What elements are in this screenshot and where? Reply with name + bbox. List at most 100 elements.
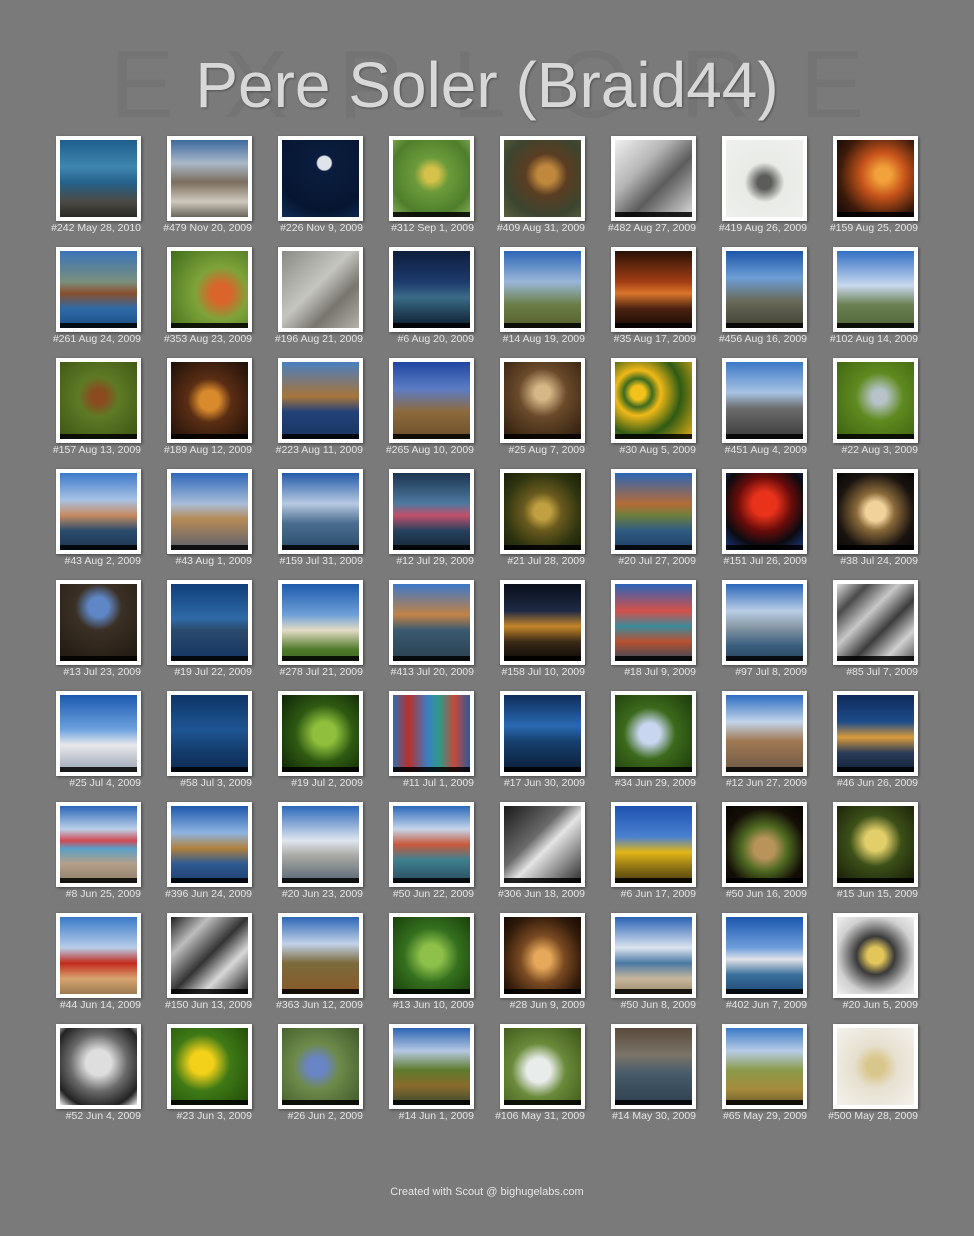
photo-thumbnail-link[interactable]	[278, 136, 363, 221]
photo-thumbnail-link[interactable]	[611, 691, 696, 776]
photo-watermark-strip	[504, 323, 581, 328]
photo-thumbnail-link[interactable]	[278, 913, 363, 998]
photo-thumbnail-link[interactable]	[722, 469, 807, 554]
photo-thumbnail-link[interactable]	[167, 247, 252, 332]
photo-watermark-strip	[615, 1100, 692, 1105]
photo-thumbnail-link[interactable]	[722, 802, 807, 887]
photo-thumbnail-link[interactable]	[500, 802, 585, 887]
photo-thumbnail-link[interactable]	[389, 802, 474, 887]
photo-thumbnail-link[interactable]	[722, 247, 807, 332]
photo-thumbnail-link[interactable]	[833, 1024, 918, 1109]
photo-thumbnail-link[interactable]	[389, 691, 474, 776]
photo-thumbnail-link[interactable]	[167, 691, 252, 776]
photo-caption: #106 May 31, 2009	[495, 1110, 585, 1122]
photo-thumbnail-link[interactable]	[722, 913, 807, 998]
photo-thumbnail-link[interactable]	[722, 136, 807, 221]
photo-thumbnail-link[interactable]	[389, 469, 474, 554]
photo-thumbnail-link[interactable]	[611, 802, 696, 887]
photo-thumbnail-link[interactable]	[611, 580, 696, 665]
photo-thumbnail-link[interactable]	[500, 913, 585, 998]
photo-thumbnail-image	[171, 473, 248, 550]
photo-caption: #6 Jun 17, 2009	[620, 888, 696, 900]
photo-thumbnail-link[interactable]	[56, 358, 141, 443]
photo-thumbnail-link[interactable]	[278, 1024, 363, 1109]
photo-thumbnail-link[interactable]	[500, 580, 585, 665]
photo-thumbnail-link[interactable]	[389, 136, 474, 221]
photo-thumbnail-link[interactable]	[500, 691, 585, 776]
photo-watermark-strip	[282, 767, 359, 772]
photo-thumbnail-link[interactable]	[389, 1024, 474, 1109]
photo-thumbnail-link[interactable]	[167, 1024, 252, 1109]
photo-tile: #44 Jun 14, 2009	[44, 913, 155, 1024]
photo-thumbnail-link[interactable]	[278, 802, 363, 887]
photo-thumbnail-link[interactable]	[833, 136, 918, 221]
photo-thumbnail-link[interactable]	[500, 1024, 585, 1109]
photo-caption: #196 Aug 21, 2009	[274, 333, 363, 345]
photo-thumbnail-link[interactable]	[611, 469, 696, 554]
photo-thumbnail-link[interactable]	[833, 247, 918, 332]
photo-thumbnail-link[interactable]	[167, 136, 252, 221]
photo-thumbnail-link[interactable]	[722, 580, 807, 665]
photo-caption: #451 Aug 4, 2009	[724, 444, 807, 456]
photo-thumbnail-link[interactable]	[833, 913, 918, 998]
photo-thumbnail-link[interactable]	[833, 580, 918, 665]
photo-caption: #13 Jun 10, 2009	[392, 999, 474, 1011]
photo-thumbnail-image	[837, 1028, 914, 1105]
photo-thumbnail-link[interactable]	[611, 358, 696, 443]
photo-thumbnail-link[interactable]	[389, 247, 474, 332]
photo-thumbnail-link[interactable]	[611, 1024, 696, 1109]
photo-thumbnail-link[interactable]	[56, 247, 141, 332]
photo-thumbnail-link[interactable]	[611, 247, 696, 332]
photo-thumbnail-link[interactable]	[56, 136, 141, 221]
photo-thumbnail-link[interactable]	[389, 580, 474, 665]
photo-thumbnail-link[interactable]	[56, 691, 141, 776]
photo-thumbnail-link[interactable]	[833, 691, 918, 776]
photo-thumbnail-link[interactable]	[167, 580, 252, 665]
photo-thumbnail-link[interactable]	[278, 469, 363, 554]
photo-thumbnail-link[interactable]	[278, 358, 363, 443]
photo-tile: #242 May 28, 2010	[44, 136, 155, 247]
photo-watermark-strip	[393, 212, 470, 217]
photo-thumbnail-link[interactable]	[611, 136, 696, 221]
photo-thumbnail-link[interactable]	[278, 580, 363, 665]
photo-thumbnail-link[interactable]	[500, 136, 585, 221]
photo-thumbnail-image	[171, 140, 248, 217]
photo-tile: #456 Aug 16, 2009	[710, 247, 821, 358]
photo-caption: #23 Jun 3, 2009	[176, 1110, 252, 1122]
photo-thumbnail-link[interactable]	[722, 1024, 807, 1109]
photo-thumbnail-link[interactable]	[56, 1024, 141, 1109]
photo-thumbnail-link[interactable]	[278, 247, 363, 332]
photo-thumbnail-link[interactable]	[611, 913, 696, 998]
photo-watermark-strip	[837, 767, 914, 772]
photo-watermark-strip	[171, 767, 248, 772]
photo-tile: #19 Jul 22, 2009	[155, 580, 266, 691]
photo-thumbnail-image	[726, 473, 803, 550]
photo-caption: #265 Aug 10, 2009	[385, 444, 474, 456]
photo-thumbnail-link[interactable]	[833, 469, 918, 554]
photo-thumbnail-link[interactable]	[167, 802, 252, 887]
photo-thumbnail-link[interactable]	[56, 802, 141, 887]
photo-thumbnail-link[interactable]	[167, 358, 252, 443]
photo-thumbnail-link[interactable]	[56, 580, 141, 665]
photo-thumbnail-link[interactable]	[389, 358, 474, 443]
photo-tile: #18 Jul 9, 2009	[599, 580, 710, 691]
photo-thumbnail-link[interactable]	[56, 913, 141, 998]
photo-caption: #151 Jul 26, 2009	[723, 555, 808, 567]
photo-caption: #85 Jul 7, 2009	[846, 666, 918, 678]
photo-thumbnail-link[interactable]	[167, 469, 252, 554]
photo-thumbnail-link[interactable]	[56, 469, 141, 554]
photo-thumbnail-link[interactable]	[833, 802, 918, 887]
photo-tile: #35 Aug 17, 2009	[599, 247, 710, 358]
photo-tile: #26 Jun 2, 2009	[266, 1024, 377, 1135]
photo-thumbnail-link[interactable]	[278, 691, 363, 776]
photo-thumbnail-link[interactable]	[389, 913, 474, 998]
photo-thumbnail-link[interactable]	[722, 358, 807, 443]
photo-thumbnail-link[interactable]	[722, 691, 807, 776]
photo-thumbnail-link[interactable]	[167, 913, 252, 998]
photo-thumbnail-link[interactable]	[500, 247, 585, 332]
photo-thumbnail-link[interactable]	[833, 358, 918, 443]
photo-thumbnail-link[interactable]	[500, 469, 585, 554]
photo-tile: #265 Aug 10, 2009	[377, 358, 488, 469]
photo-tile: #52 Jun 4, 2009	[44, 1024, 155, 1135]
photo-thumbnail-link[interactable]	[500, 358, 585, 443]
